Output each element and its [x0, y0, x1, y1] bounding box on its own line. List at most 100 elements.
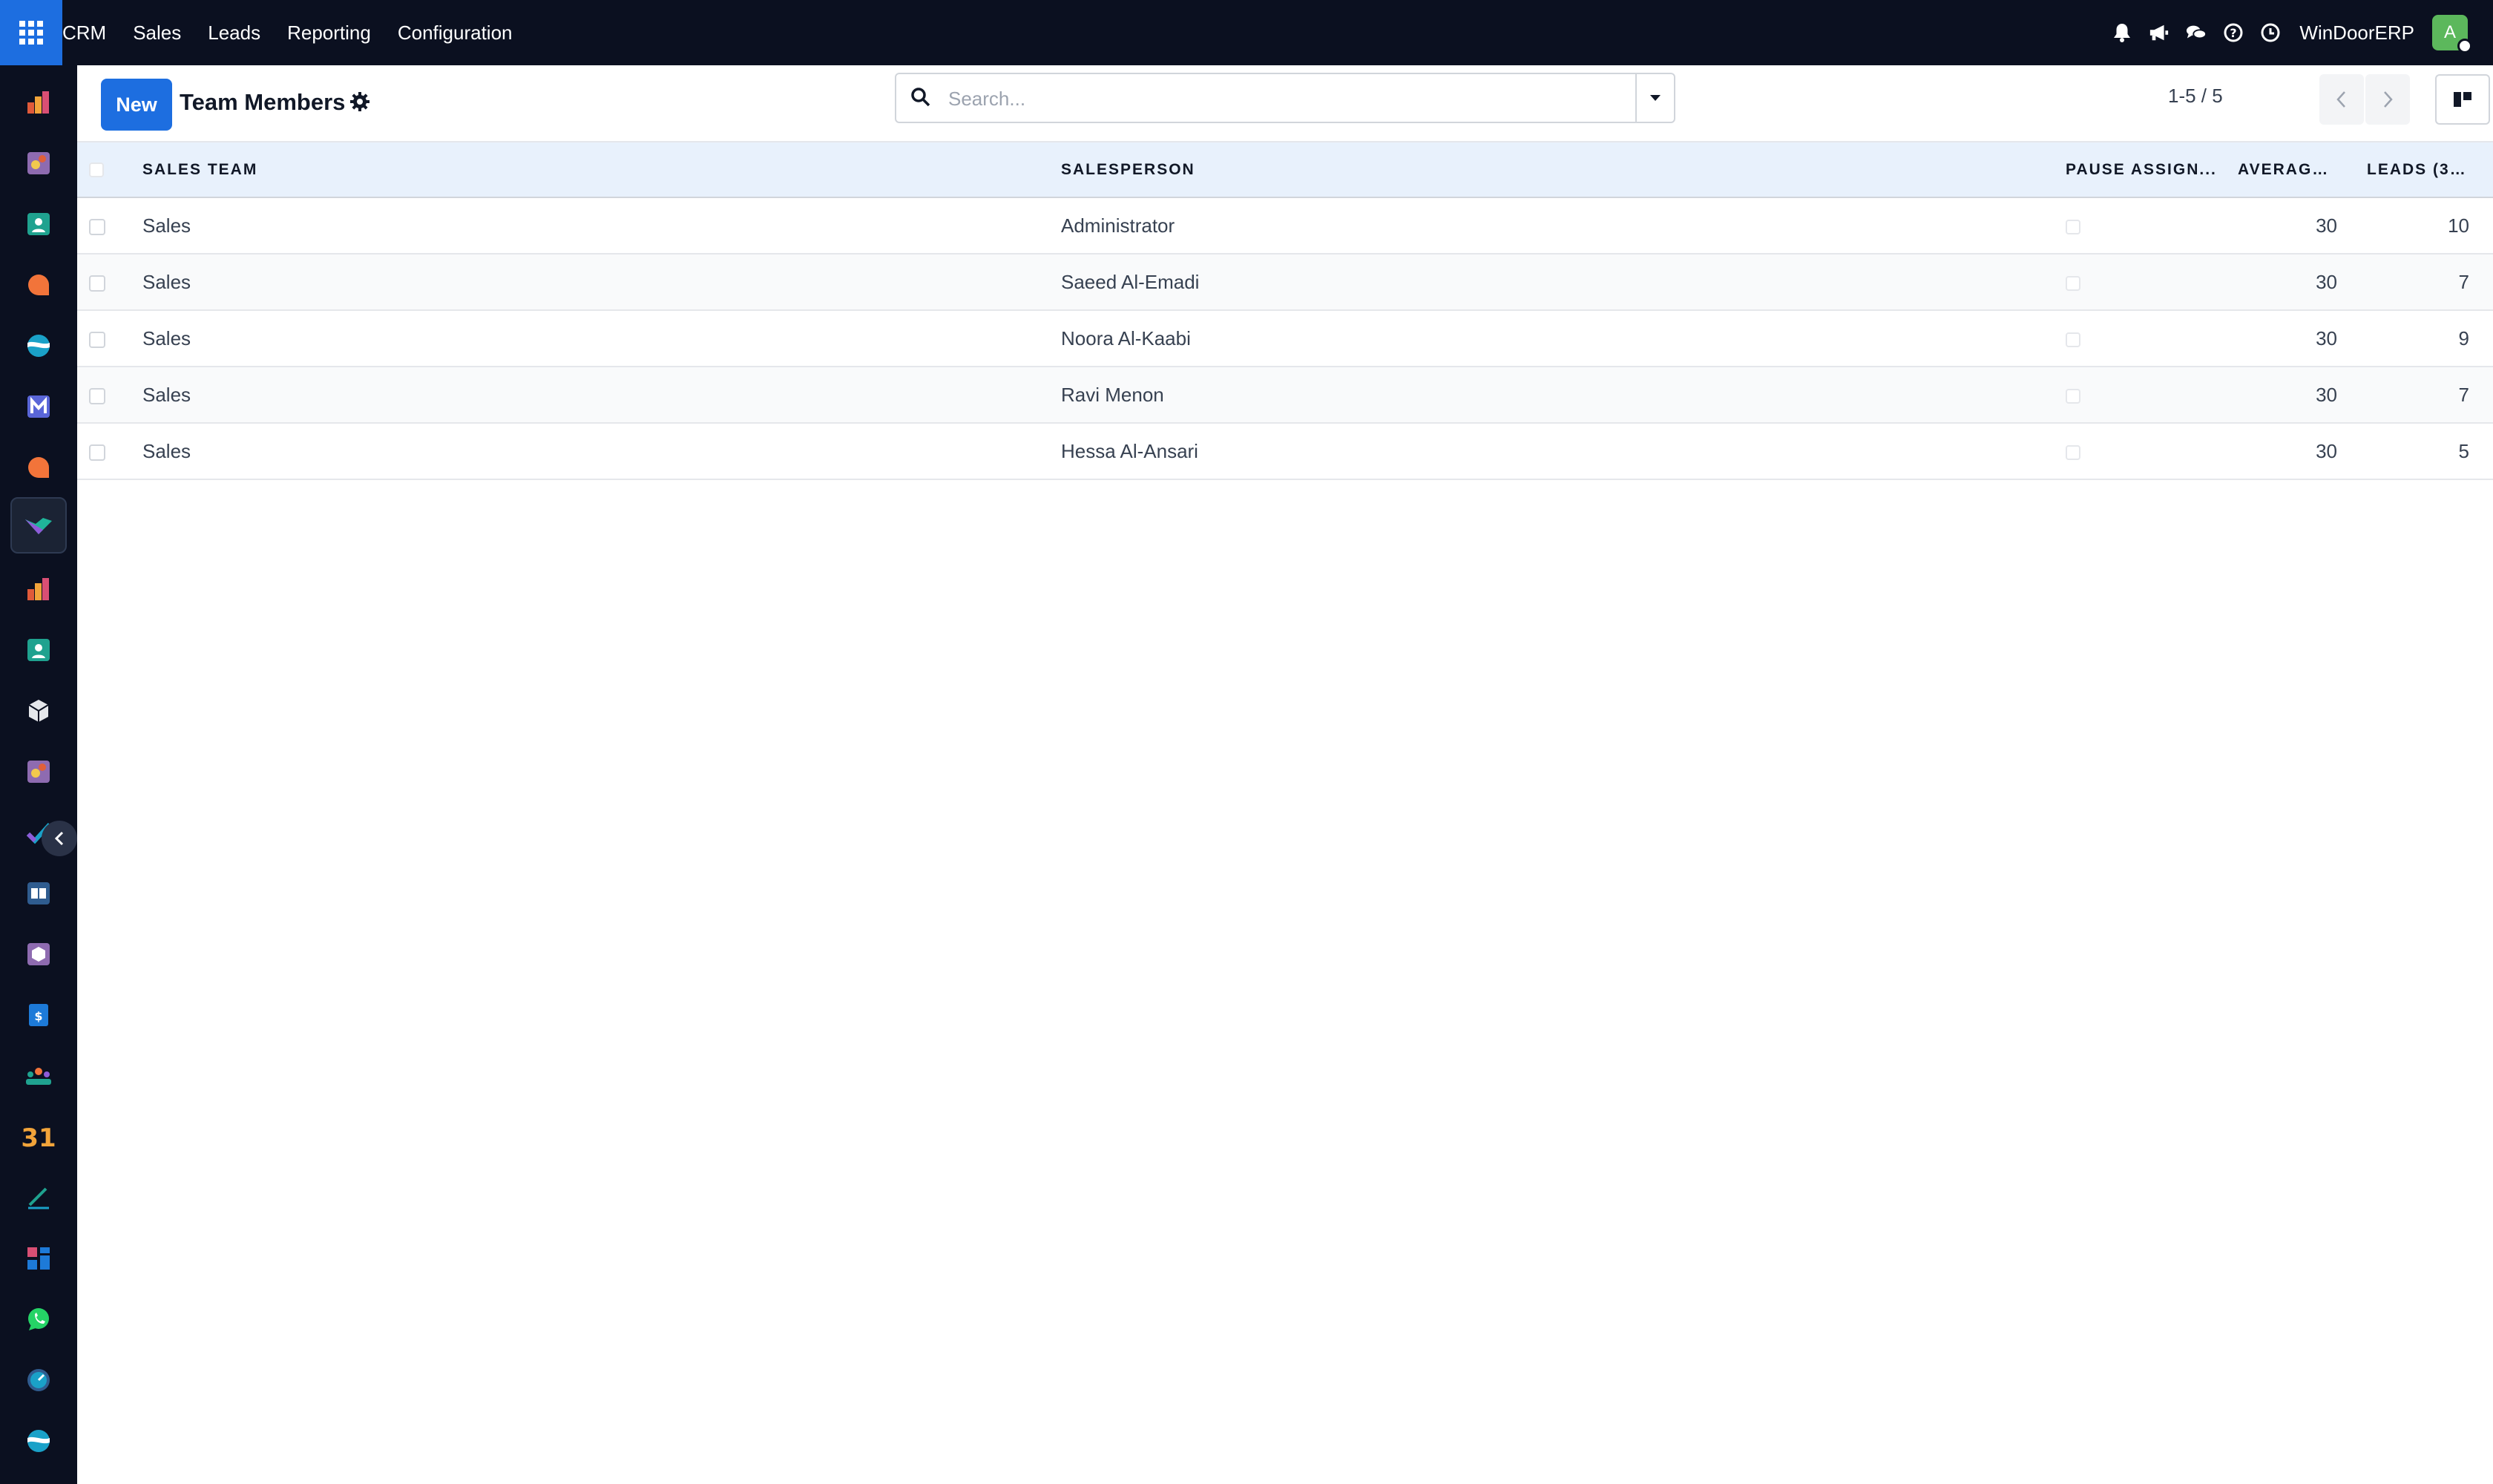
bell-icon[interactable]: [2112, 22, 2132, 43]
sidebar-collapse-button[interactable]: [42, 821, 77, 856]
status-dot: [2457, 39, 2472, 53]
bar-chart-icon: [27, 91, 49, 114]
chevron-left-icon: [2336, 91, 2345, 108]
puzzle-icon: [27, 152, 50, 174]
table-row[interactable]: Sales Administrator 30 10: [77, 197, 2493, 254]
user-avatar[interactable]: A: [2432, 15, 2472, 53]
avatar-letter: A: [2443, 22, 2456, 42]
app-sidebar: $ 31: [0, 65, 77, 1484]
table-row[interactable]: Sales Hessa Al-Ansari 30 5: [77, 423, 2493, 479]
menu-leads[interactable]: Leads: [194, 0, 274, 65]
column-header-leads[interactable]: LEADS (30...: [2361, 142, 2493, 197]
company-name[interactable]: WinDoorERP: [2299, 22, 2414, 45]
row-checkbox[interactable]: [89, 387, 105, 404]
menu-configuration[interactable]: Configuration: [384, 0, 526, 65]
menu-reporting[interactable]: Reporting: [274, 0, 384, 65]
sidebar-app-whatsapp[interactable]: [10, 1291, 67, 1347]
gear-icon[interactable]: [349, 91, 374, 116]
sidebar-app-inventory[interactable]: [10, 683, 67, 739]
sidebar-app-website[interactable]: [10, 318, 67, 374]
box-icon: [27, 943, 50, 965]
pause-assignment-checkbox[interactable]: [2066, 444, 2080, 460]
sidebar-app-livechat[interactable]: [10, 439, 67, 496]
table-header-row: SALES TEAM SALESPERSON PAUSE ASSIGN... A…: [77, 142, 2493, 197]
cell-sales-team: Sales: [142, 326, 191, 349]
cell-average: 30: [2316, 439, 2337, 462]
menu-crm[interactable]: CRM: [62, 0, 119, 65]
row-checkbox[interactable]: [89, 218, 105, 235]
systray: ? WinDoorERP A: [2103, 0, 2493, 65]
sidebar-app-tasks[interactable]: [10, 135, 67, 191]
cell-pause-assignment: [2060, 367, 2232, 423]
sidebar-app-invoicing[interactable]: $: [10, 987, 67, 1043]
svg-text:?: ?: [2230, 26, 2237, 40]
main-menu: CRM Sales Leads Reporting Configuration: [62, 0, 526, 65]
table-row[interactable]: Sales Ravi Menon 30 7: [77, 367, 2493, 423]
row-select-cell: [77, 310, 137, 367]
kanban-icon: [2454, 92, 2471, 107]
pause-assignment-checkbox[interactable]: [2066, 275, 2080, 291]
megaphone-icon[interactable]: [2149, 22, 2170, 43]
row-select-cell: [77, 423, 137, 479]
pause-assignment-checkbox[interactable]: [2066, 388, 2080, 404]
pager-next-button[interactable]: [2365, 74, 2410, 125]
apps-menu-button[interactable]: [0, 0, 62, 65]
help-icon[interactable]: ?: [2223, 22, 2244, 43]
cell-sales-team: Sales: [142, 214, 191, 237]
column-header-sales-team[interactable]: SALES TEAM: [137, 142, 1055, 197]
chat-icon[interactable]: [2186, 22, 2207, 43]
chat-bubble-icon: [28, 275, 49, 295]
kanban-view-button[interactable]: [2435, 74, 2490, 125]
invoice-icon: $: [29, 1004, 48, 1026]
search-input[interactable]: [948, 82, 1616, 116]
mail-icon: [27, 395, 50, 418]
row-checkbox[interactable]: [89, 275, 105, 292]
column-header-salesperson[interactable]: SALESPERSON: [1055, 142, 2060, 197]
sidebar-app-calendar[interactable]: 31: [10, 1109, 67, 1165]
puzzle-icon: [27, 761, 50, 783]
cell-sales-team: Sales: [142, 270, 191, 293]
row-checkbox[interactable]: [89, 331, 105, 348]
pause-assignment-checkbox[interactable]: [2066, 332, 2080, 347]
sidebar-app-purchase[interactable]: [10, 926, 67, 982]
sidebar-app-contacts[interactable]: [10, 196, 67, 252]
pager-value[interactable]: 1-5 / 5: [2168, 85, 2223, 108]
search-options-toggle[interactable]: [1635, 74, 1674, 122]
row-checkbox[interactable]: [89, 444, 105, 461]
sidebar-app-crm[interactable]: [10, 497, 67, 554]
select-all-checkbox[interactable]: [89, 162, 104, 177]
sidebar-app-website-2[interactable]: [10, 1413, 67, 1469]
menu-sales[interactable]: Sales: [119, 0, 194, 65]
cell-leads: 5: [2458, 439, 2469, 462]
cell-pause-assignment: [2060, 197, 2232, 254]
new-button[interactable]: New: [101, 79, 172, 131]
sidebar-app-timesheet[interactable]: [10, 1352, 67, 1408]
sidebar-app-dashboards[interactable]: [10, 74, 67, 131]
sidebar-app-sign[interactable]: [10, 1169, 67, 1226]
table-row[interactable]: Sales Noora Al-Kaabi 30 9: [77, 310, 2493, 367]
sidebar-app-knowledge[interactable]: [10, 865, 67, 922]
sidebar-app-employees[interactable]: [10, 622, 67, 678]
sidebar-app-reporting[interactable]: [10, 561, 67, 617]
sidebar-app-team[interactable]: [10, 1048, 67, 1104]
cell-sales-team: Sales: [142, 383, 191, 406]
sidebar-app-email[interactable]: [10, 378, 67, 435]
globe-wave-icon: [27, 335, 50, 357]
sidebar-app-dashboard[interactable]: [10, 1230, 67, 1287]
cell-leads: 9: [2458, 326, 2469, 349]
search-icon: [910, 86, 935, 111]
cube-icon: [28, 700, 49, 722]
table-row[interactable]: Sales Saeed Al-Emadi 30 7: [77, 254, 2493, 310]
column-header-average[interactable]: AVERAGE ...: [2232, 142, 2361, 197]
clock-icon[interactable]: [2260, 22, 2281, 43]
people-icon: [26, 1068, 51, 1085]
pager-previous-button[interactable]: [2319, 74, 2364, 125]
pause-assignment-checkbox[interactable]: [2066, 219, 2080, 234]
cell-salesperson: Administrator: [1061, 214, 1175, 237]
cell-average: 30: [2316, 326, 2337, 349]
cell-salesperson: Noora Al-Kaabi: [1061, 326, 1191, 349]
sidebar-app-discuss[interactable]: [10, 257, 67, 313]
column-header-pause-assignment[interactable]: PAUSE ASSIGN...: [2060, 142, 2232, 197]
sidebar-app-projects[interactable]: [10, 743, 67, 800]
chevron-right-icon: [2384, 91, 2393, 108]
